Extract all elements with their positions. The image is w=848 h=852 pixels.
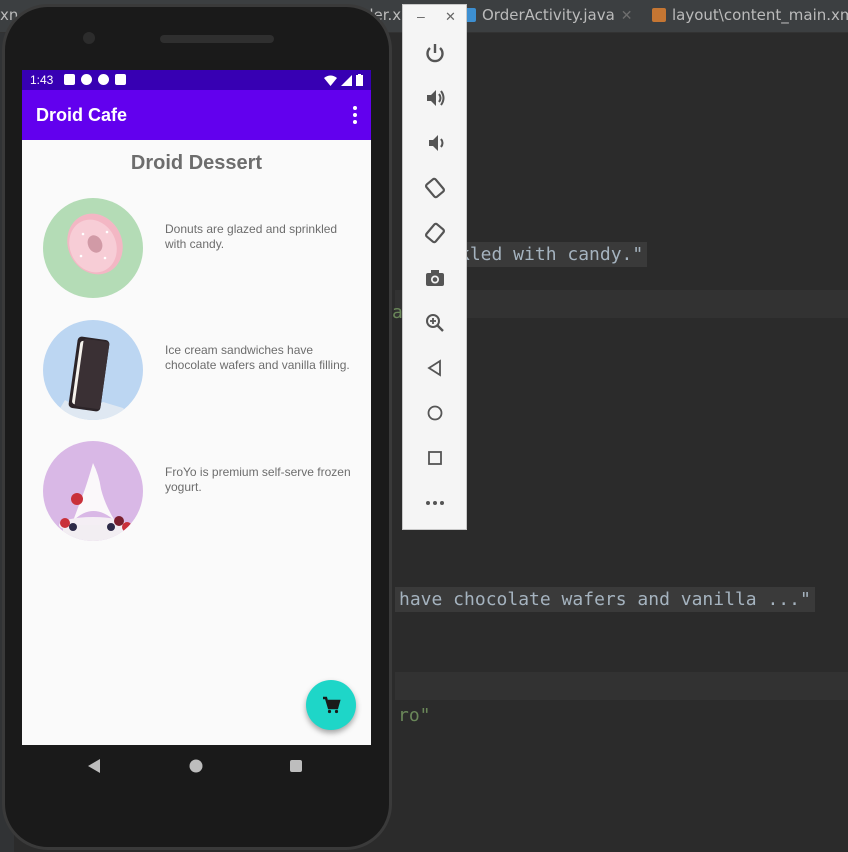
dessert-heading: Droid Dessert: [130, 152, 263, 174]
zoom-icon: [426, 314, 444, 332]
code-line[interactable]: kled with candy.": [455, 242, 648, 267]
back-icon[interactable]: [87, 758, 101, 774]
cart-fab-button[interactable]: [306, 680, 356, 730]
froyo-description: FroYo is premium self-serve frozen yogur…: [165, 465, 351, 494]
front-camera: [83, 32, 95, 44]
home-icon: [427, 405, 443, 421]
shopping-cart-icon: [323, 696, 341, 714]
volume-down-button[interactable]: [420, 128, 450, 158]
home-icon[interactable]: [189, 759, 203, 773]
status-bar: 1:43: [22, 70, 371, 90]
volume-up-button[interactable]: [420, 83, 450, 113]
zoom-button[interactable]: [420, 308, 450, 338]
earpiece-speaker: [160, 35, 274, 43]
volume-up-icon: [427, 90, 445, 106]
layout-file-icon: [652, 8, 666, 22]
emulator-overview-button[interactable]: [420, 443, 450, 473]
donut-image[interactable]: [43, 198, 143, 298]
wifi-icon: [324, 75, 337, 86]
code-line[interactable]: ro": [398, 705, 431, 726]
battery-icon: [356, 74, 363, 86]
minimize-icon[interactable]: –: [417, 8, 425, 24]
app-title: Droid Cafe: [36, 105, 128, 125]
power-icon: [426, 44, 444, 63]
rotate-right-button[interactable]: [420, 218, 450, 248]
rotate-right-icon: [424, 222, 446, 244]
ice-cream-sandwich-description: Ice cream sandwiches have chocolate wafe…: [165, 343, 350, 372]
sd-card-icon: [115, 74, 126, 85]
more-vert-icon[interactable]: [353, 106, 357, 124]
emulator-toolbar: – ✕: [402, 4, 467, 530]
status-time: 1:43: [30, 73, 54, 87]
volume-down-icon: [429, 135, 444, 151]
camera-icon: [426, 270, 444, 286]
rotate-left-icon: [424, 177, 446, 199]
power-button[interactable]: [420, 38, 450, 68]
app-notification-icon: [98, 74, 109, 85]
emulator-home-button[interactable]: [420, 398, 450, 428]
recents-icon[interactable]: [289, 759, 303, 773]
overview-icon: [428, 451, 442, 465]
code-line-highlight: [395, 672, 848, 700]
close-tab-icon[interactable]: ✕: [621, 8, 633, 24]
code-line[interactable]: have chocolate wafers and vanilla ...": [395, 587, 815, 612]
editor-tab-order-activity[interactable]: OrderActivity.java ✕: [462, 0, 633, 32]
emulator-back-button[interactable]: [420, 353, 450, 383]
emulator-more-button[interactable]: [420, 488, 450, 518]
back-icon: [427, 359, 441, 377]
app-screen: 1:43 Droid Cafe Droid Dessert Donuts are…: [22, 70, 371, 745]
ice-cream-sandwich-image[interactable]: [43, 320, 143, 420]
close-icon[interactable]: ✕: [445, 9, 456, 25]
donut-description: Donuts are glazed and sprinkled with can…: [165, 222, 338, 251]
froyo-image[interactable]: [43, 441, 143, 541]
rotate-left-button[interactable]: [420, 173, 450, 203]
screenshot-button[interactable]: [420, 263, 450, 293]
wifi-notification-icon: [81, 74, 92, 85]
android-nav-bar: [22, 745, 371, 787]
notification-icon: [64, 74, 75, 85]
editor-tab-content-main[interactable]: layout\content_main.xm: [652, 0, 848, 32]
more-icon: [426, 501, 444, 505]
signal-icon: [341, 75, 352, 86]
app-bar: Droid Cafe: [22, 90, 371, 140]
